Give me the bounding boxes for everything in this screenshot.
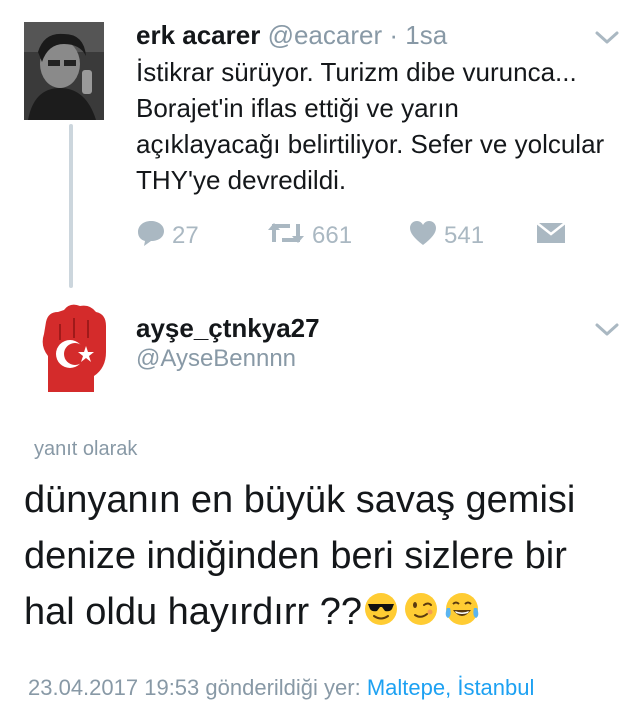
reply-count: 27 — [172, 222, 199, 249]
author-handle[interactable]: @AyseBennnn — [136, 344, 296, 374]
avatar-erk-acarer[interactable] — [24, 22, 104, 120]
author-handle[interactable]: @eacarer — [268, 20, 383, 50]
direct-message-button[interactable] — [536, 216, 572, 256]
tweet2-body: dünyanın en büyük savaş gemisi denize in… — [24, 479, 576, 633]
reply-button[interactable]: 27 — [136, 216, 199, 256]
tweet2-text: dünyanın en büyük savaş gemisi denize in… — [24, 472, 604, 642]
retweet-button[interactable]: 661 — [266, 216, 352, 256]
reply-icon — [136, 219, 172, 254]
emoji-group — [364, 586, 480, 642]
timestamp[interactable]: 1sa — [405, 20, 447, 50]
location-link[interactable]: Maltepe, İstanbul — [367, 675, 535, 700]
tweet1-actions: 27 661 541 — [136, 216, 606, 256]
envelope-icon — [536, 221, 572, 251]
retweet-count: 661 — [312, 222, 353, 249]
tears-of-joy-emoji-icon — [444, 586, 480, 642]
author-name[interactable]: ayşe_çtnkya27 — [136, 312, 320, 344]
avatar-ayse[interactable] — [30, 296, 118, 392]
chevron-down-icon[interactable] — [594, 28, 620, 48]
sunglasses-emoji-icon — [364, 586, 398, 642]
like-count: 541 — [444, 222, 485, 249]
author-name[interactable]: erk acarer — [136, 20, 260, 50]
like-button[interactable]: 541 — [408, 216, 484, 256]
sent-from-label: gönderildiği yer: — [205, 675, 361, 700]
retweet-icon — [266, 220, 312, 253]
separator-dot: · — [389, 20, 399, 50]
chevron-down-icon[interactable] — [594, 320, 620, 340]
heart-icon — [408, 219, 444, 254]
thread-line — [69, 124, 73, 288]
tweet-date[interactable]: 23.04.2017 19:53 — [28, 675, 199, 700]
tweet-footer: 23.04.2017 19:53 gönderildiği yer: Malte… — [28, 674, 534, 702]
tweet1-header: erk acarer @eacarer · 1sa — [136, 18, 447, 52]
reply-context: yanıt olarak — [34, 438, 138, 460]
wink-emoji-icon — [404, 586, 438, 642]
tweet1-text: İstikrar sürüyor. Turizm dibe vurunca...… — [136, 57, 605, 195]
